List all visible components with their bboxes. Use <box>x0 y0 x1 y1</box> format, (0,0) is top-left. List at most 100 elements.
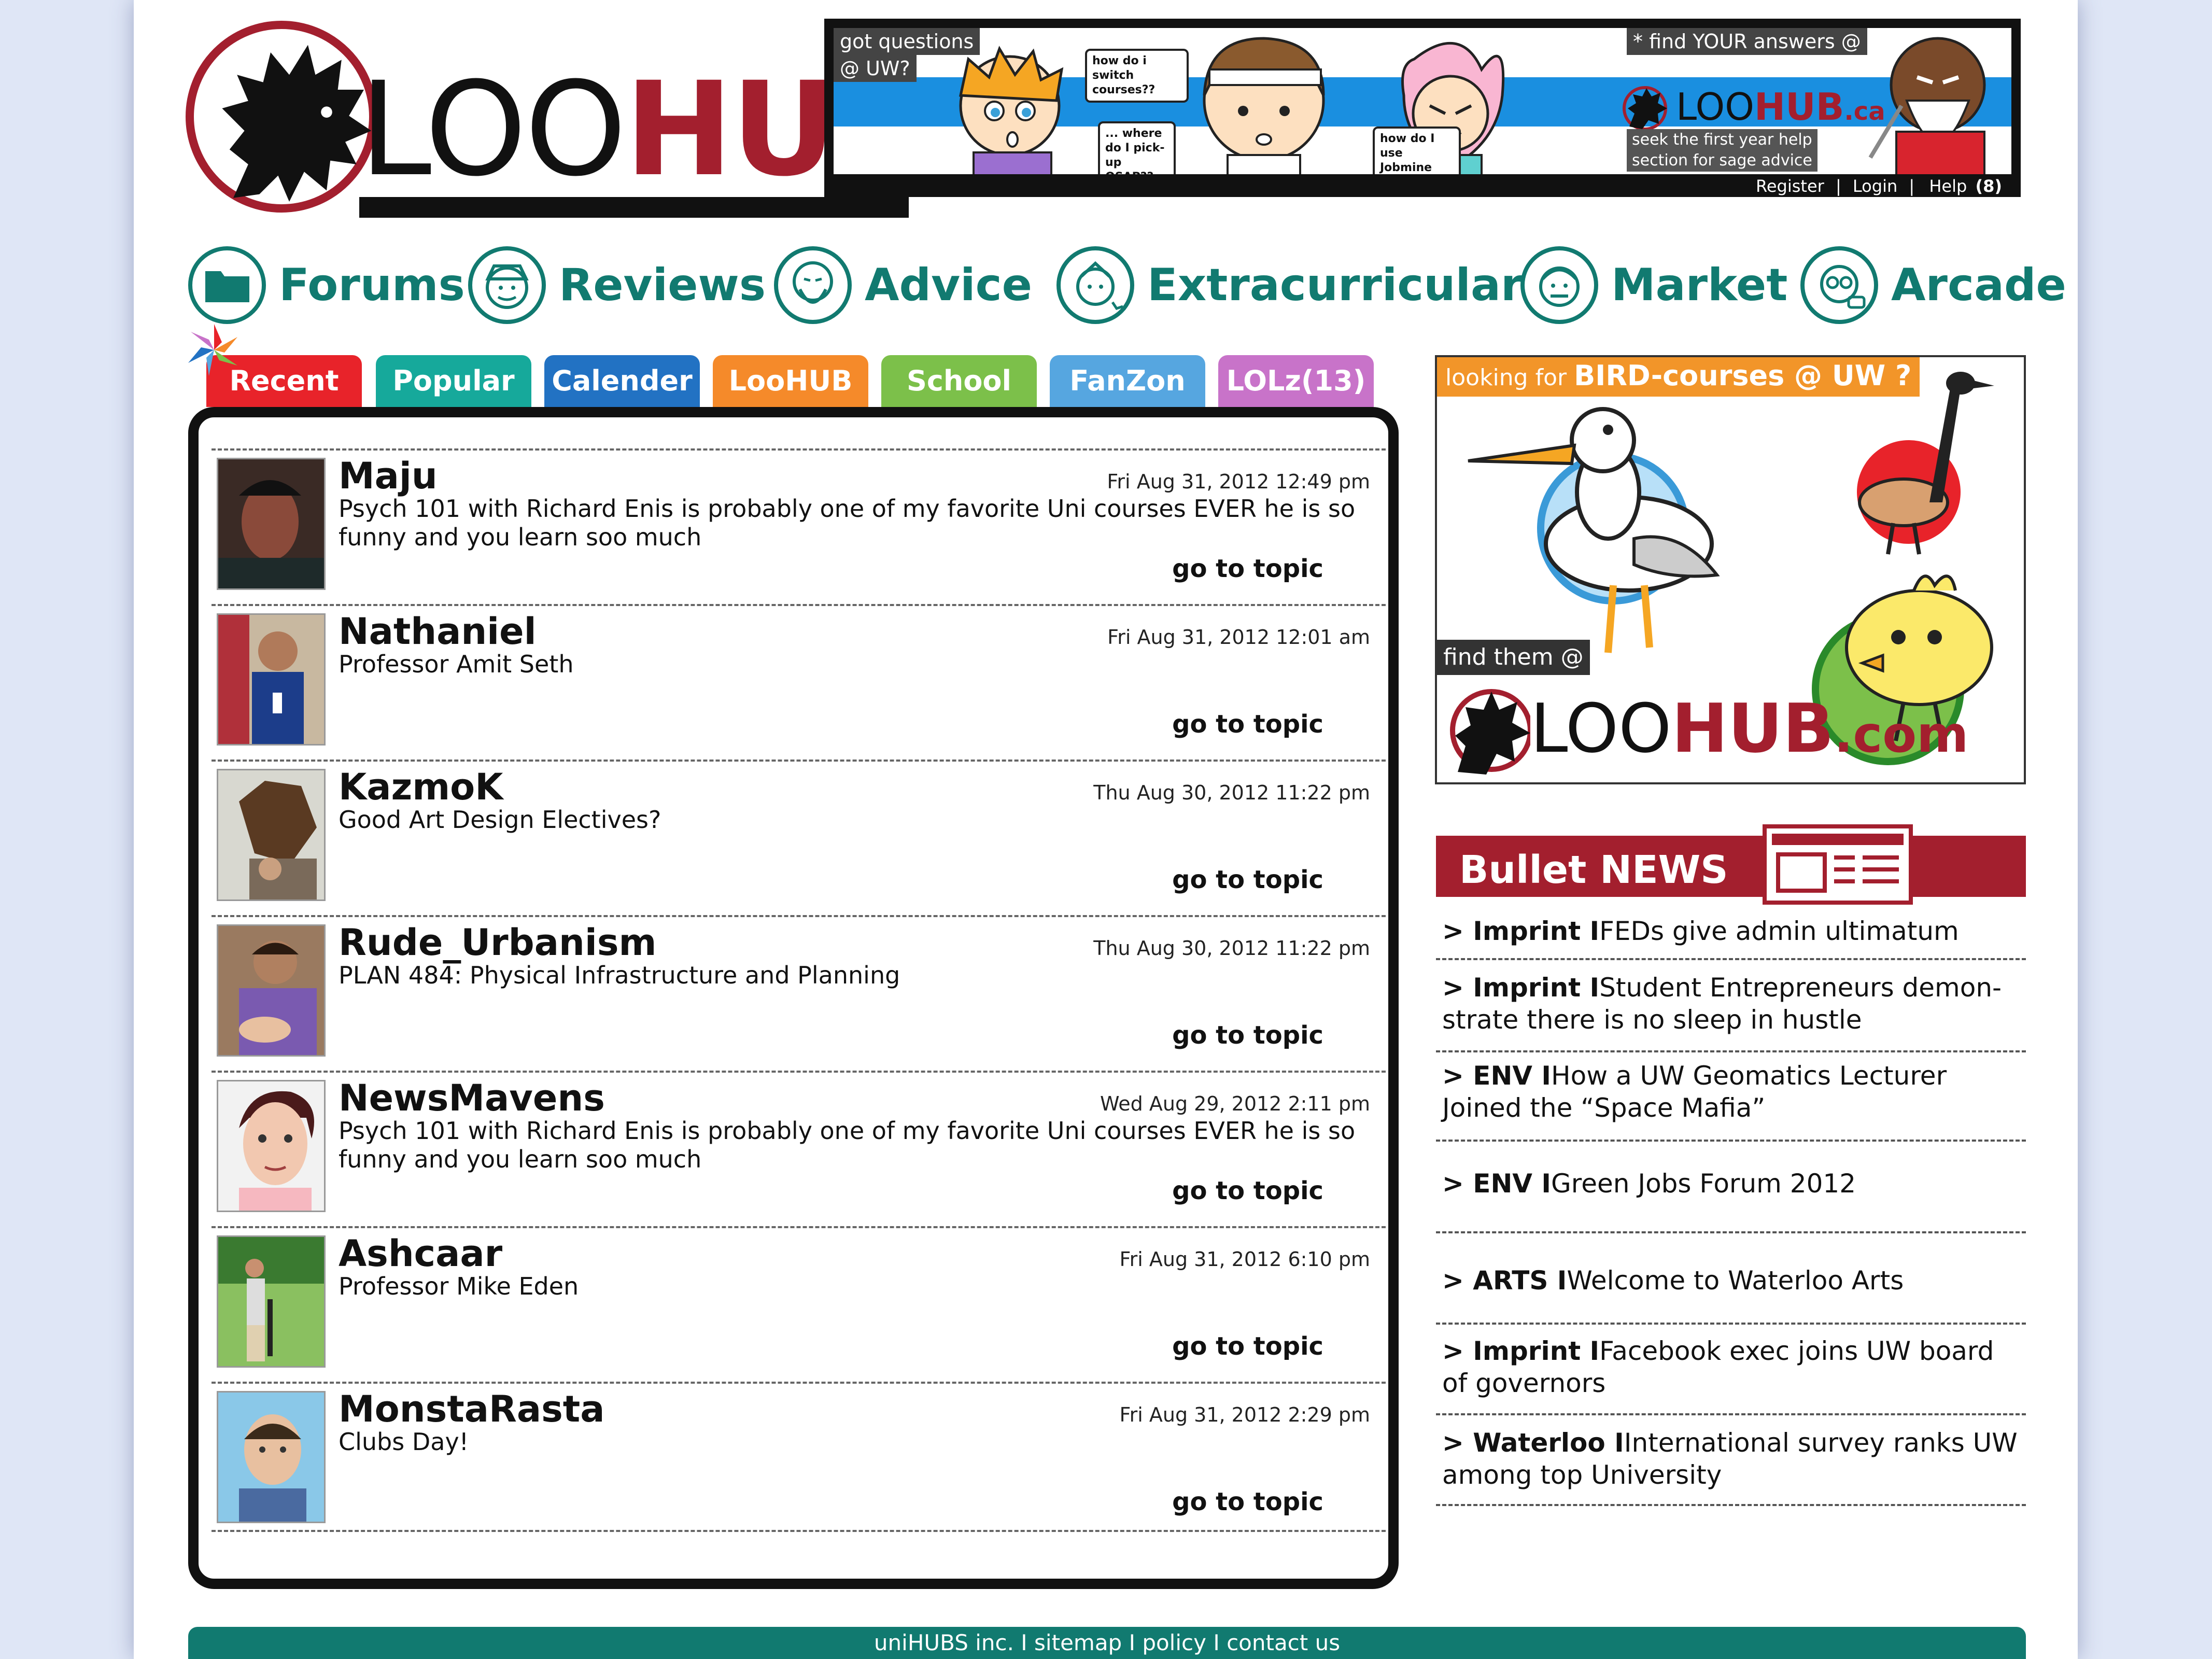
ad-headline-prefix: looking for <box>1445 364 1567 391</box>
news-item[interactable]: > Imprint IStudent Entrepreneurs demon-s… <box>1436 960 2026 1052</box>
banner-sage-line-2: section for sage advice <box>1627 150 1817 172</box>
topic-text: Professor Amit Seth <box>339 650 574 678</box>
nav-market-label: Market <box>1611 259 1788 311</box>
topic-author[interactable]: KazmoK <box>339 766 503 808</box>
go-to-topic-link[interactable]: go to topic <box>1172 710 1323 739</box>
nav-forums[interactable]: Forums <box>188 244 465 327</box>
topic-author[interactable]: Ashcaar <box>339 1232 502 1275</box>
list-divider <box>212 1530 1386 1532</box>
help-count: (8) <box>1975 176 2002 196</box>
footer-contact-link[interactable]: contact us <box>1227 1630 1340 1655</box>
avatar[interactable] <box>217 1235 326 1368</box>
nav-reviews[interactable]: Reviews <box>468 244 766 327</box>
ad-logo-loo: LOO <box>1530 689 1672 768</box>
tab-popular[interactable]: Popular <box>376 355 531 407</box>
news-item[interactable]: > Waterloo IInternational survey ranks U… <box>1436 1415 2026 1506</box>
nav-extracurricular[interactable]: Extracurricular <box>1056 244 1523 327</box>
news-item[interactable]: > Imprint IFEDs give admin ultimatum <box>1436 899 2026 960</box>
speech-bubble-jobmine: how do I use Jobmine ?!? <box>1373 126 1461 174</box>
go-to-topic-link[interactable]: go to topic <box>1172 554 1323 583</box>
topic-row: Nathaniel Fri Aug 31, 2012 12:01 am Prof… <box>212 604 1386 760</box>
topic-date: Fri Aug 31, 2012 2:29 pm <box>1119 1403 1370 1426</box>
topic-author[interactable]: Rude_Urbanism <box>339 921 656 964</box>
news-headline: FEDs give admin ultimatum <box>1599 916 1959 946</box>
newspaper-icon <box>1763 824 1913 905</box>
topic-author[interactable]: Maju <box>339 455 438 497</box>
news-source: > ARTS I <box>1442 1266 1567 1296</box>
footer-policy-link[interactable]: policy <box>1142 1630 1206 1655</box>
news-source: > ENV I <box>1442 1061 1552 1091</box>
nav-advice[interactable]: Advice <box>774 244 1032 327</box>
nav-reviews-label: Reviews <box>559 259 766 311</box>
ad-loohub-com-logo: LOOHUB.com <box>1447 676 1968 780</box>
tab-school[interactable]: School <box>881 355 1037 407</box>
site-logo[interactable]: LOOHUB <box>186 21 933 223</box>
topic-text: Professor Mike Eden <box>339 1272 579 1300</box>
topic-date: Thu Aug 30, 2012 11:22 pm <box>1093 937 1370 960</box>
footer-company: uniHUBS inc. <box>873 1630 1014 1655</box>
news-item[interactable]: > ARTS IWelcome to Waterloo Arts <box>1436 1233 2026 1325</box>
top-banner-ad[interactable]: got questions @ UW? how do i switch cour… <box>824 19 2021 197</box>
merchant-face-icon <box>1520 246 1598 324</box>
topic-row: Ashcaar Fri Aug 31, 2012 6:10 pm Profess… <box>212 1226 1386 1382</box>
account-links: Register | Login | Help (8) <box>1753 176 2005 196</box>
avatar[interactable] <box>217 924 326 1057</box>
main-nav: Forums Reviews Advice Extracurricular Ma… <box>188 244 2066 327</box>
help-link-label: Help <box>1929 176 1967 196</box>
avatar[interactable] <box>217 458 326 590</box>
link-separator: | <box>1909 176 1915 196</box>
go-to-topic-link[interactable]: go to topic <box>1172 1332 1323 1361</box>
tab-loohub[interactable]: LooHUB <box>713 355 868 407</box>
go-to-topic-link[interactable]: go to topic <box>1172 1176 1323 1205</box>
avatar[interactable] <box>217 769 326 901</box>
avatar[interactable] <box>217 1080 326 1212</box>
go-to-topic-link[interactable]: go to topic <box>1172 1021 1323 1050</box>
topic-text: Psych 101 with Richard Enis is probably … <box>339 495 1356 551</box>
news-item[interactable]: > ENV IHow a UW Geomatics Lecturer Joine… <box>1436 1052 2026 1142</box>
ad-find-them: find them @ <box>1437 640 1590 675</box>
banner-tag-find-answers: * find YOUR answers @ <box>1627 28 1867 55</box>
banner-tag-questions: got questions <box>834 28 980 55</box>
topic-author[interactable]: Nathaniel <box>339 610 537 653</box>
banner-sage-line-1: seek the first year help <box>1627 129 1817 151</box>
topic-date: Fri Aug 31, 2012 12:49 pm <box>1107 470 1370 493</box>
news-source: > Imprint I <box>1442 973 1600 1003</box>
topic-date: Fri Aug 31, 2012 12:01 am <box>1107 626 1370 649</box>
bird-courses-ad[interactable]: looking for BIRD-courses @ UW ? find the… <box>1435 355 2026 784</box>
nav-advice-label: Advice <box>865 259 1032 311</box>
news-source: > Waterloo I <box>1442 1428 1624 1458</box>
topic-author[interactable]: MonstaRasta <box>339 1388 604 1430</box>
topic-row: KazmoK Thu Aug 30, 2012 11:22 pm Good Ar… <box>212 760 1386 915</box>
nav-arcade-label: Arcade <box>1891 259 2066 311</box>
footer-sitemap-link[interactable]: sitemap <box>1034 1630 1122 1655</box>
topic-row: MonstaRasta Fri Aug 31, 2012 2:29 pm Clu… <box>212 1382 1386 1537</box>
banner-inner: got questions @ UW? how do i switch cour… <box>834 28 2011 174</box>
login-link[interactable]: Login <box>1853 176 1897 196</box>
go-to-topic-link[interactable]: go to topic <box>1172 865 1323 894</box>
nav-market[interactable]: Market <box>1520 244 1787 327</box>
tab-lolz[interactable]: LOLz(13) <box>1218 355 1374 407</box>
bullet-news-header: Bullet NEWS <box>1436 824 2026 905</box>
tab-fanzon[interactable]: FanZon <box>1050 355 1205 407</box>
pinwheel-icon <box>188 324 237 376</box>
speech-bubble-osap: ... where do I pick-up OSAP?? <box>1098 121 1176 174</box>
tab-calender[interactable]: Calender <box>544 355 700 407</box>
banner-loohub-ca-logo: LOOHUB.ca <box>1676 85 1885 129</box>
news-item[interactable]: > Imprint IFacebook exec joins UW board … <box>1436 1325 2026 1415</box>
topic-author[interactable]: NewsMavens <box>339 1077 605 1119</box>
banner-logo-loo: LOO <box>1676 85 1754 129</box>
topic-text: Clubs Day! <box>339 1428 469 1456</box>
nav-arcade[interactable]: Arcade <box>1800 244 2066 327</box>
news-item[interactable]: > ENV IGreen Jobs Forum 2012 <box>1436 1142 2026 1233</box>
topic-text: PLAN 484: Physical Infrastructure and Pl… <box>339 961 900 989</box>
register-link[interactable]: Register <box>1756 176 1824 196</box>
topic-row: Maju Fri Aug 31, 2012 12:49 pm Psych 101… <box>212 448 1386 604</box>
footer-separator: I <box>1206 1630 1227 1655</box>
reviewer-face-icon <box>468 246 546 324</box>
go-to-topic-link[interactable]: go to topic <box>1172 1487 1323 1516</box>
news-headline: Green Jobs Forum 2012 <box>1551 1169 1856 1199</box>
help-link[interactable]: Help (8) <box>1926 176 2002 196</box>
avatar[interactable] <box>217 1391 326 1523</box>
ad-lion-icon <box>1450 689 1530 775</box>
avatar[interactable] <box>217 613 326 746</box>
